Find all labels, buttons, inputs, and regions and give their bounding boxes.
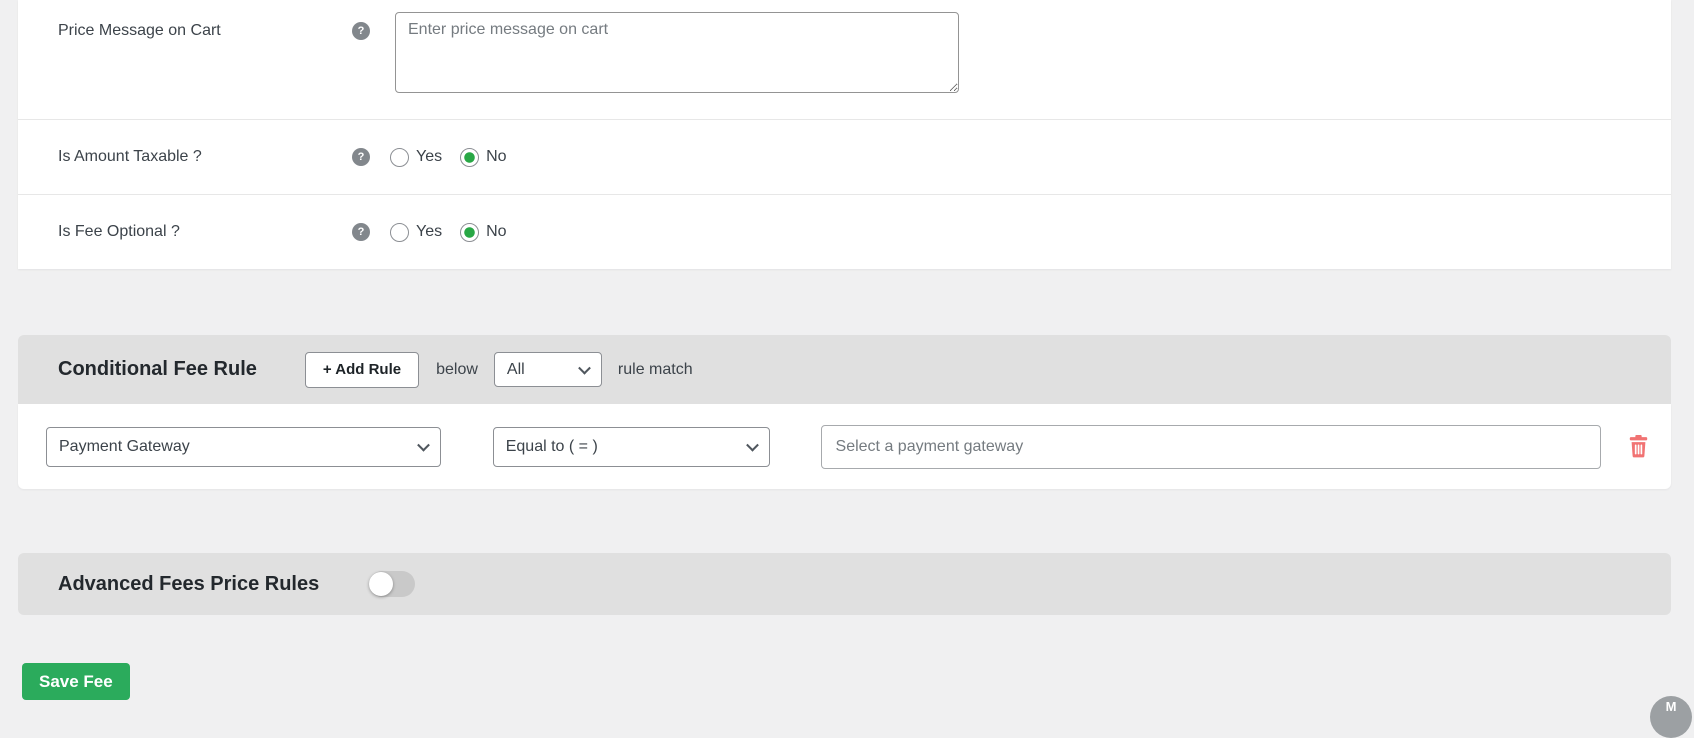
rule-field-select[interactable]: Payment Gateway [46,426,441,467]
add-rule-button[interactable]: + Add Rule [304,351,420,388]
amount-taxable-radio-group: Yes No [390,147,525,167]
save-fee-button[interactable]: Save Fee [22,663,130,700]
advanced-fees-title: Advanced Fees Price Rules [58,572,320,595]
fee-optional-yes-label[interactable]: Yes [416,223,442,241]
price-message-label: Price Message on Cart [58,22,221,39]
conditional-fee-rule-section: Conditional Fee Rule + Add Rule below Al… [18,335,1671,489]
advanced-fees-section: Advanced Fees Price Rules [18,553,1671,615]
advanced-fees-toggle[interactable] [369,571,416,597]
help-icon[interactable]: ? [352,148,370,166]
fee-settings-card: Price Message on Cart ? Is Amount Taxabl… [18,0,1671,269]
amount-taxable-row: Is Amount Taxable ? ? Yes No [18,119,1671,194]
conditional-rule-row: Payment Gateway Equal to ( = ) [18,404,1671,489]
fee-optional-label: Is Fee Optional ? [58,223,180,240]
taxable-yes-label[interactable]: Yes [416,148,442,166]
fee-optional-no-label[interactable]: No [486,223,506,241]
taxable-yes-radio[interactable] [390,147,409,167]
badge-letter: M [1665,699,1677,714]
conditional-fee-rule-title: Conditional Fee Rule [58,358,257,380]
price-message-textarea[interactable] [395,12,959,93]
help-icon[interactable]: ? [352,22,370,40]
rule-match-select-wrap: All [493,352,602,387]
payment-gateway-input[interactable] [820,424,1601,469]
rule-field-select-wrap: Payment Gateway [46,426,441,467]
advanced-fees-header: Advanced Fees Price Rules [18,553,1671,615]
fee-optional-yes-radio[interactable] [390,222,409,242]
floating-help-badge[interactable]: M [1650,696,1692,738]
rule-operator-select-wrap: Equal to ( = ) [492,426,770,467]
price-message-row: Price Message on Cart ? [18,0,1671,119]
fee-optional-row: Is Fee Optional ? ? Yes No [18,194,1671,269]
taxable-no-label[interactable]: No [486,148,506,166]
delete-rule-button[interactable] [1629,435,1648,458]
rule-match-text: rule match [617,360,693,378]
taxable-no-radio[interactable] [460,147,480,167]
amount-taxable-label: Is Amount Taxable ? [58,148,202,165]
trash-icon [1629,435,1648,458]
fee-optional-no-radio[interactable] [460,222,480,242]
fee-optional-radio-group: Yes No [390,222,525,242]
below-text: below [436,360,478,378]
conditional-fee-rule-header: Conditional Fee Rule + Add Rule below Al… [18,335,1671,404]
help-icon[interactable]: ? [352,223,370,241]
rule-match-select[interactable]: All [493,352,602,387]
rule-operator-select[interactable]: Equal to ( = ) [492,426,770,467]
toggle-knob-icon [369,572,394,596]
